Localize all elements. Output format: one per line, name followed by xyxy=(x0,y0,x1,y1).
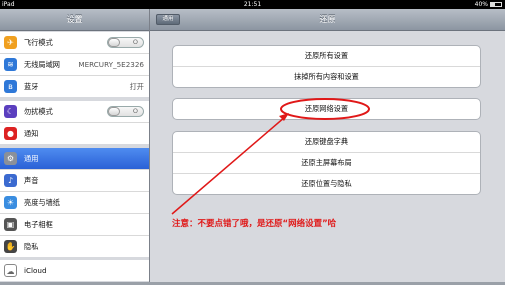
sidebar-item-bluetooth[interactable]: ʙ 蓝牙 打开 xyxy=(0,76,149,97)
sidebar-item-label: 亮度与墙纸 xyxy=(24,198,60,207)
general-group: ⚙ 通用 ♪ 声音 ☀ 亮度与墙纸 ▣ 电子相框 ✋ 隐私 xyxy=(0,148,149,257)
reset-group-1: 还原所有设置 抹掉所有内容和设置 xyxy=(172,45,481,88)
sidebar-item-brightness-wallpaper[interactable]: ☀ 亮度与墙纸 xyxy=(0,192,149,214)
bluetooth-icon: ʙ xyxy=(4,80,17,93)
sidebar-item-label: iCloud xyxy=(24,266,47,275)
sidebar-item-privacy[interactable]: ✋ 隐私 xyxy=(0,236,149,257)
notification-icon: ● xyxy=(4,127,17,140)
wifi-icon: ≋ xyxy=(4,58,17,71)
battery-icon xyxy=(490,2,502,7)
reset-detail-pane: 通用 还原 还原所有设置 抹掉所有内容和设置 还原网络设置 还原键盘字典 还原主… xyxy=(150,9,505,285)
sidebar-item-icloud[interactable]: ☁ iCloud xyxy=(0,260,149,281)
annotation-note: 注意：不要点错了哦，是还原“网络设置”哈 xyxy=(172,219,337,229)
sidebar-item-label: 通知 xyxy=(24,129,39,138)
reset-network-settings-button[interactable]: 还原网络设置 xyxy=(173,99,480,119)
sidebar-item-wifi[interactable]: ≋ 无线局域网 MERCURY_5E2326 xyxy=(0,54,149,76)
erase-all-content-button[interactable]: 抹掉所有内容和设置 xyxy=(173,67,480,87)
picture-frame-icon: ▣ xyxy=(4,218,17,231)
reset-keyboard-dictionary-button[interactable]: 还原键盘字典 xyxy=(173,132,480,153)
cloud-icon: ☁ xyxy=(4,264,17,277)
sidebar-item-label: 无线局域网 xyxy=(24,60,60,69)
wifi-network-name: MERCURY_5E2326 xyxy=(78,60,144,69)
sidebar-item-label: 飞行模式 xyxy=(24,38,53,47)
sidebar-item-do-not-disturb[interactable]: ☾ 勿扰模式 O xyxy=(0,101,149,123)
brightness-icon: ☀ xyxy=(4,196,17,209)
ipad-screen: iPad 21:51 40% 设置 ✈ 飞行模式 O ≋ 无线局域网 MERCU… xyxy=(0,0,505,285)
sidebar-item-label: 勿扰模式 xyxy=(24,107,53,116)
reset-home-layout-button[interactable]: 还原主屏幕布局 xyxy=(173,153,480,174)
gear-icon: ⚙ xyxy=(4,152,17,165)
sidebar-item-label: 隐私 xyxy=(24,242,39,251)
sidebar-item-label: 通用 xyxy=(24,154,39,163)
sidebar-item-general[interactable]: ⚙ 通用 xyxy=(0,148,149,170)
settings-sidebar: 设置 ✈ 飞行模式 O ≋ 无线局域网 MERCURY_5E2326 ʙ 蓝牙 … xyxy=(0,9,150,285)
airplane-icon: ✈ xyxy=(4,36,17,49)
bluetooth-status: 打开 xyxy=(129,82,144,91)
reset-group-2: 还原网络设置 xyxy=(172,98,481,120)
reset-group-3: 还原键盘字典 还原主屏幕布局 还原位置与隐私 xyxy=(172,131,481,195)
notification-group: ☾ 勿扰模式 O ● 通知 xyxy=(0,101,149,144)
do-not-disturb-toggle[interactable]: O xyxy=(107,106,144,117)
sidebar-item-sounds[interactable]: ♪ 声音 xyxy=(0,170,149,192)
status-bar: iPad 21:51 40% xyxy=(0,0,505,9)
page-title: 还原 xyxy=(319,15,336,24)
speaker-icon: ♪ xyxy=(4,174,17,187)
moon-icon: ☾ xyxy=(4,105,17,118)
sidebar-item-airplane-mode[interactable]: ✈ 飞行模式 O xyxy=(0,32,149,54)
sidebar-item-label: 蓝牙 xyxy=(24,82,39,91)
battery-percent: 40% xyxy=(474,1,488,8)
connectivity-group: ✈ 飞行模式 O ≋ 无线局域网 MERCURY_5E2326 ʙ 蓝牙 打开 xyxy=(0,32,149,97)
sidebar-item-notifications[interactable]: ● 通知 xyxy=(0,123,149,144)
reset-location-privacy-button[interactable]: 还原位置与隐私 xyxy=(173,174,480,194)
sidebar-item-label: 声音 xyxy=(24,176,39,185)
sidebar-item-label: 电子相框 xyxy=(24,220,53,229)
sidebar-item-picture-frame[interactable]: ▣ 电子相框 xyxy=(0,214,149,236)
back-button[interactable]: 通用 xyxy=(156,14,180,25)
sidebar-title: 设置 xyxy=(0,9,149,31)
clock: 21:51 xyxy=(243,1,262,8)
hand-icon: ✋ xyxy=(4,240,17,253)
reset-all-settings-button[interactable]: 还原所有设置 xyxy=(173,46,480,67)
cloud-group: ☁ iCloud xyxy=(0,260,149,281)
airplane-toggle[interactable]: O xyxy=(107,37,144,48)
